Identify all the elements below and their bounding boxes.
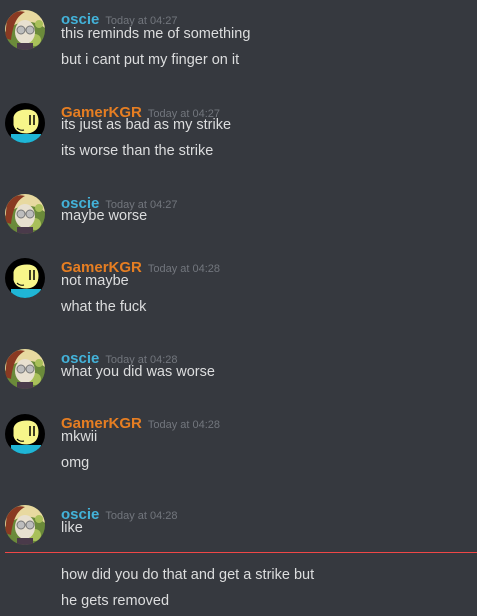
oscie-avatar[interactable]	[5, 10, 45, 50]
message-text: omg	[61, 455, 90, 471]
gamerkgr-avatar[interactable]	[5, 414, 45, 454]
oscie-avatar[interactable]	[5, 194, 45, 234]
message-text: how did you do that and get a strike but	[61, 567, 315, 583]
message-text: its just as bad as my strike	[61, 117, 232, 133]
gamerkgr-avatar[interactable]	[5, 258, 45, 298]
message-text: mkwii	[61, 429, 98, 445]
oscie-avatar[interactable]	[5, 349, 45, 389]
timestamp: Today at 04:28	[147, 419, 221, 431]
message-text: its worse than the strike	[61, 143, 214, 159]
message-text: this reminds me of something	[61, 26, 251, 42]
timestamp: Today at 04:28	[105, 510, 178, 522]
timestamp: Today at 04:28	[147, 263, 221, 275]
message-text: what the fuck	[61, 299, 147, 315]
message-text: but i cant put my finger on it	[61, 52, 240, 68]
gamerkgr-avatar[interactable]	[5, 103, 45, 143]
message-text: not maybe	[61, 273, 129, 289]
new-messages-divider	[5, 552, 477, 553]
message-text: maybe worse	[61, 208, 148, 224]
message-text: like	[61, 520, 83, 536]
oscie-avatar[interactable]	[5, 505, 45, 545]
message-text: what you did was worse	[61, 364, 215, 380]
message-text: he gets removed	[61, 593, 170, 609]
